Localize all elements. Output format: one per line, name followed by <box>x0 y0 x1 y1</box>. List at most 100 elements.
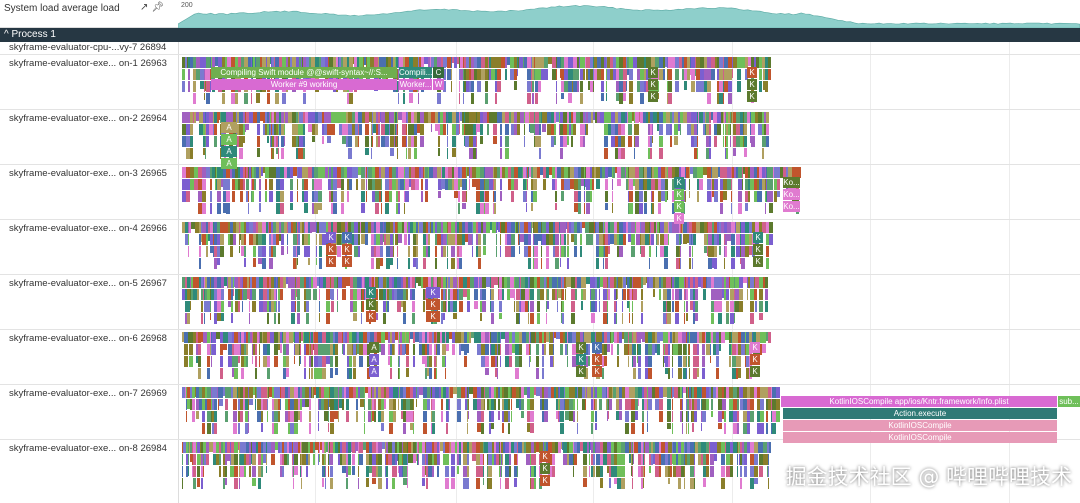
trace-slice[interactable] <box>249 301 250 312</box>
trace-slice[interactable] <box>375 203 379 214</box>
trace-slice[interactable] <box>282 466 284 477</box>
trace-slice[interactable] <box>480 136 483 144</box>
trace-slice[interactable] <box>480 313 482 322</box>
trace-slice[interactable] <box>241 368 244 379</box>
trace-slice[interactable] <box>378 466 382 477</box>
trace-slice[interactable] <box>405 191 409 202</box>
trace-slice[interactable] <box>603 258 604 269</box>
trace-slice[interactable] <box>574 246 577 257</box>
trace-slice[interactable] <box>234 478 238 489</box>
trace-slice[interactable] <box>502 454 503 465</box>
trace-slice[interactable] <box>514 301 515 312</box>
slice-a[interactable]: A <box>221 146 237 157</box>
trace-slice[interactable] <box>731 191 732 202</box>
trace-slice[interactable] <box>714 191 718 202</box>
trace-slice[interactable] <box>530 289 534 300</box>
trace-slice[interactable] <box>581 301 583 310</box>
trace-slice[interactable] <box>226 179 230 190</box>
trace-slice[interactable] <box>406 136 407 147</box>
trace-slice[interactable] <box>423 301 425 312</box>
trace-slice[interactable] <box>337 301 338 312</box>
trace-slice[interactable] <box>675 313 679 324</box>
trace-slice[interactable] <box>468 399 469 410</box>
trace-slice[interactable] <box>686 368 687 379</box>
trace-slice[interactable] <box>719 234 721 245</box>
trace-slice[interactable] <box>451 466 455 477</box>
trace-slice[interactable] <box>406 368 409 378</box>
trace-slice[interactable] <box>564 246 566 257</box>
trace-slice[interactable] <box>398 93 399 104</box>
trace-slice[interactable] <box>462 203 466 210</box>
trace-slice[interactable] <box>225 478 227 485</box>
trace-slice[interactable] <box>670 136 672 147</box>
trace-slice[interactable] <box>459 246 462 257</box>
slice-k[interactable]: K <box>674 201 684 212</box>
trace-slice[interactable] <box>352 466 355 476</box>
trace-slice[interactable] <box>560 411 564 422</box>
trace-slice[interactable] <box>693 234 696 245</box>
trace-slice[interactable] <box>300 356 301 364</box>
trace-slice[interactable] <box>710 466 714 477</box>
trace-slice[interactable] <box>622 301 623 312</box>
trace-slice[interactable] <box>571 301 575 312</box>
trace-slice[interactable] <box>649 258 650 269</box>
trace-slice[interactable] <box>733 148 736 156</box>
trace-slice[interactable] <box>343 344 345 355</box>
trace-slice[interactable] <box>362 301 364 312</box>
slice-k[interactable]: K <box>326 232 336 243</box>
trace-slice[interactable] <box>337 289 338 300</box>
trace-slice[interactable] <box>220 368 223 379</box>
trace-slice[interactable] <box>754 454 758 465</box>
trace-slice[interactable] <box>280 344 282 354</box>
trace-slice[interactable] <box>309 368 310 379</box>
trace-slice[interactable] <box>500 148 502 159</box>
trace-slice[interactable] <box>286 344 289 355</box>
trace-slice[interactable] <box>271 258 273 269</box>
trace-slice[interactable] <box>416 246 418 257</box>
trace-slice[interactable] <box>496 246 497 257</box>
trace-slice[interactable] <box>670 124 672 135</box>
trace-slice[interactable] <box>361 313 362 324</box>
trace-slice[interactable] <box>253 258 256 267</box>
trace-slice[interactable] <box>445 466 449 477</box>
trace-slice[interactable] <box>552 466 555 477</box>
trace-slice[interactable] <box>186 191 190 202</box>
trace-slice[interactable] <box>689 368 690 379</box>
trace-slice[interactable] <box>252 356 253 365</box>
trace-slice[interactable] <box>249 466 251 477</box>
trace-slice[interactable] <box>716 368 719 379</box>
trace-slice[interactable] <box>657 344 660 355</box>
trace-slice[interactable] <box>648 356 652 367</box>
trace-slice[interactable] <box>623 289 626 300</box>
trace-slice[interactable] <box>318 179 322 190</box>
trace-slice[interactable] <box>331 124 335 135</box>
trace-slice[interactable] <box>684 466 685 477</box>
trace-slice[interactable] <box>555 234 559 245</box>
trace-slice[interactable] <box>609 478 611 489</box>
trace-slice[interactable] <box>711 399 713 410</box>
trace-slice[interactable] <box>755 301 757 312</box>
trace-slice[interactable] <box>431 124 432 133</box>
trace-slice[interactable] <box>539 124 541 135</box>
trace-slice[interactable] <box>668 93 672 104</box>
trace-slice[interactable] <box>626 81 627 92</box>
trace-slice[interactable] <box>267 411 268 422</box>
trace-slice[interactable] <box>759 69 762 80</box>
trace-slice[interactable] <box>578 203 581 214</box>
trace-slice[interactable] <box>760 411 764 422</box>
trace-slice[interactable] <box>514 179 518 190</box>
trace-slice[interactable] <box>527 179 528 190</box>
trace-slice[interactable] <box>524 124 525 135</box>
trace-slice[interactable] <box>238 356 240 364</box>
trace-slice[interactable] <box>359 454 363 465</box>
trace-slice[interactable] <box>291 313 295 324</box>
trace-slice[interactable] <box>553 356 554 367</box>
trace-slice[interactable] <box>466 179 467 190</box>
trace-slice[interactable] <box>252 454 256 465</box>
trace-slice[interactable] <box>737 411 739 422</box>
trace-slice[interactable] <box>519 356 522 367</box>
trace-slice[interactable] <box>447 258 448 269</box>
trace-slice[interactable] <box>515 368 519 379</box>
trace-slice[interactable] <box>453 301 457 312</box>
trace-slice[interactable] <box>633 344 636 355</box>
